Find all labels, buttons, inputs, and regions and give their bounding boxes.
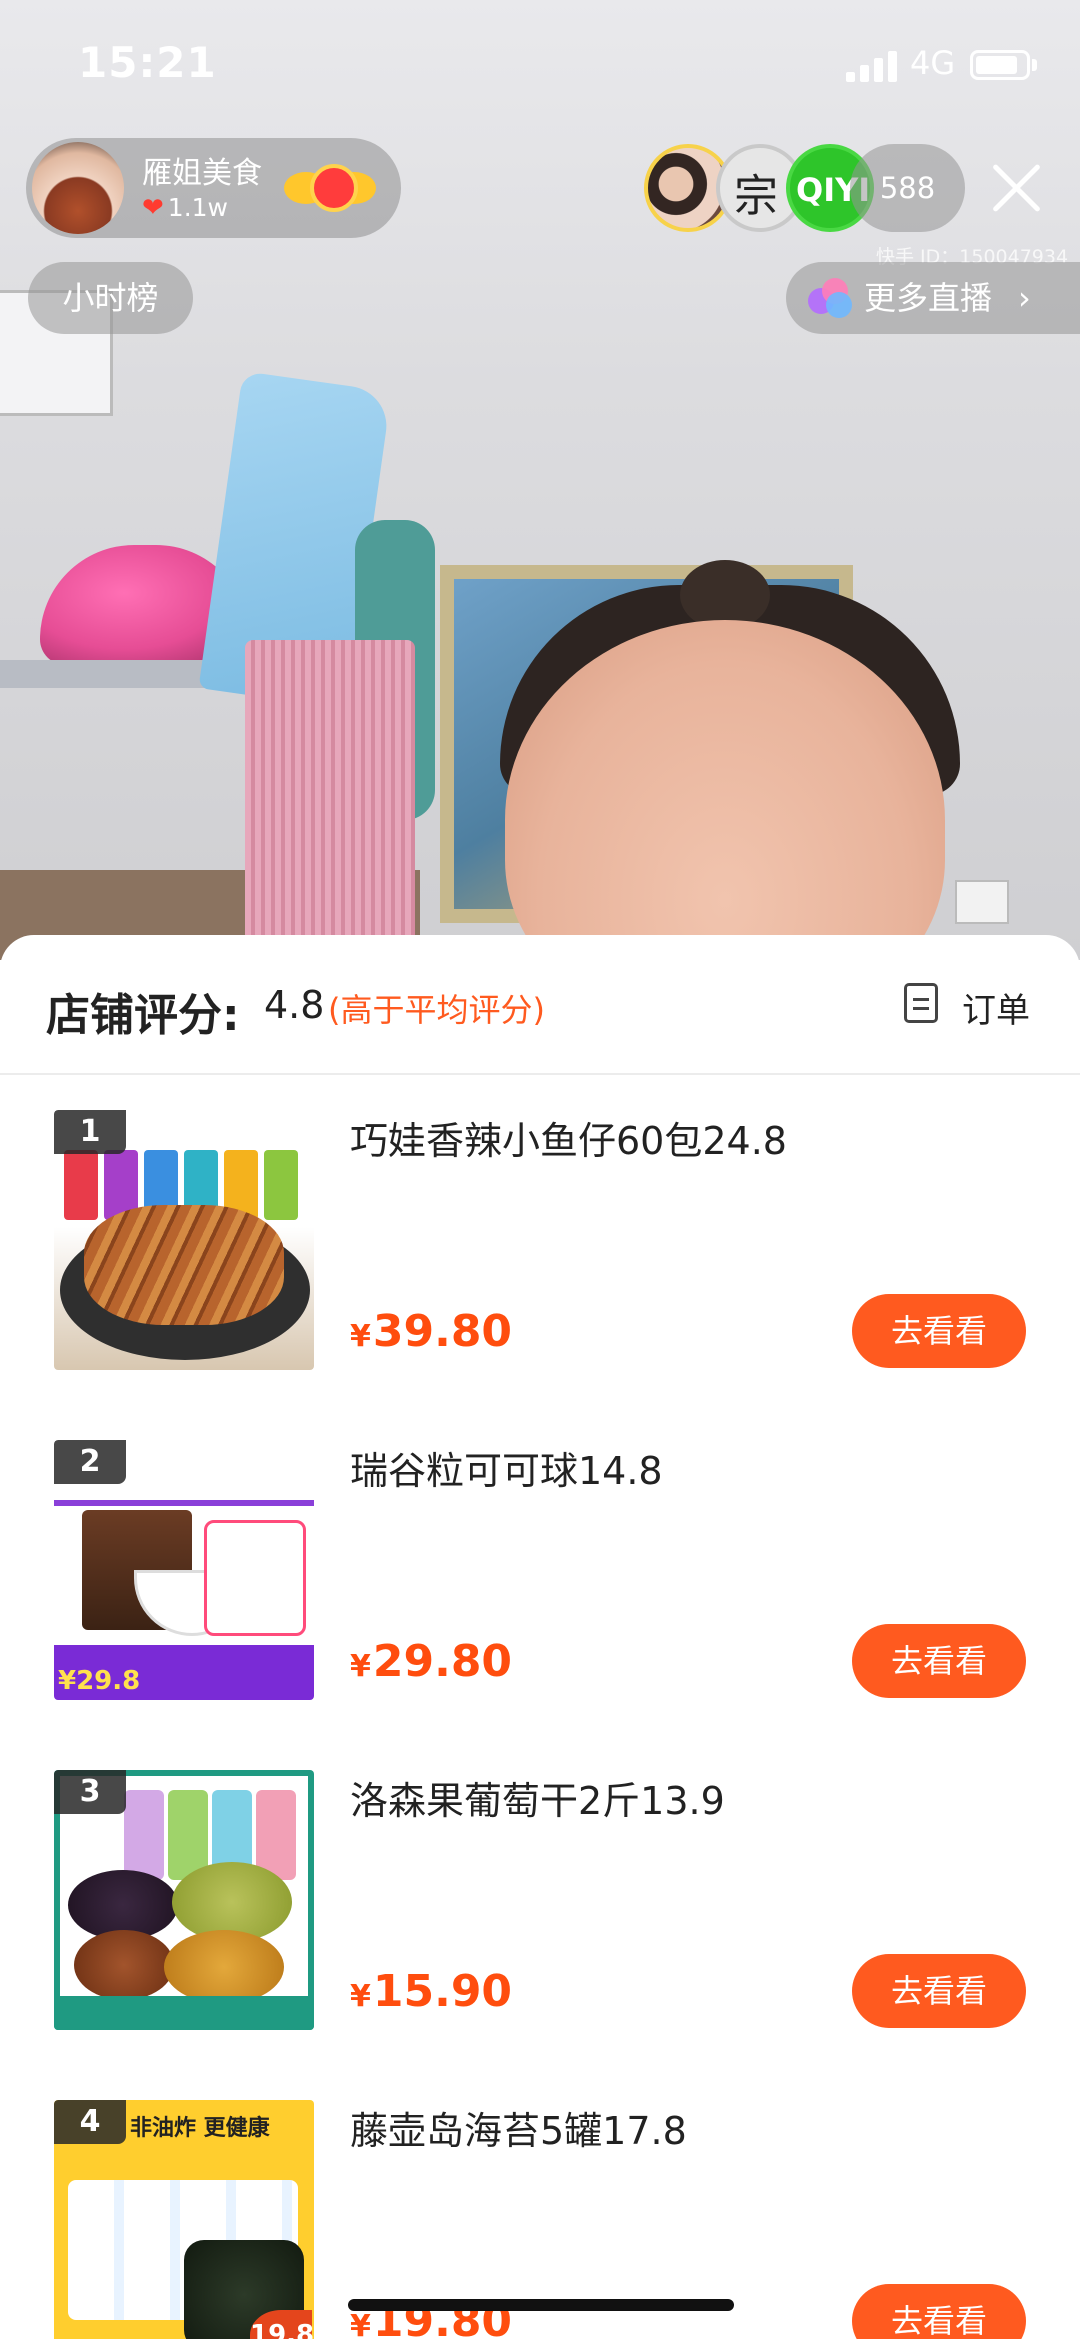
fans-badge-icon[interactable] — [284, 154, 376, 222]
product-thumb-price: ¥29.8 — [58, 1666, 141, 1696]
status-time: 15:21 — [78, 38, 217, 87]
product-price: ¥15.90 — [350, 1966, 512, 2017]
streamer-info[interactable]: 雁姐美食 ❤ 1.1w — [26, 138, 401, 238]
price-symbol: ¥ — [350, 1319, 371, 1354]
product-image[interactable]: 3 — [54, 1770, 314, 2030]
go-see-button[interactable]: 去看看 — [852, 1294, 1026, 1368]
network-type: 4G — [910, 44, 956, 82]
product-title[interactable]: 瑞谷粒可可球14.8 — [350, 1440, 663, 1495]
go-see-button[interactable]: 去看看 — [852, 1624, 1026, 1698]
background-wall-socket — [955, 880, 1009, 924]
price-value: 29.80 — [372, 1636, 513, 1687]
product-pack — [64, 1150, 98, 1220]
product-title[interactable]: 洛森果葡萄干2斤13.9 — [350, 1770, 725, 1825]
product-item[interactable]: 2 ¥29.8 瑞谷粒可可球14.8 ¥29.80 去看看 — [0, 1440, 1080, 1770]
product-raisins — [164, 1930, 284, 2004]
shop-rating-note: (高于平均评分) — [328, 991, 545, 1029]
product-rank: 4 — [54, 2100, 126, 2144]
home-indicator[interactable] — [348, 2299, 734, 2311]
product-item[interactable]: 1 巧娃香辣小鱼仔60包24.8 ¥39.80 去看看 — [0, 1110, 1080, 1440]
product-pack — [264, 1150, 298, 1220]
orders-icon — [904, 983, 938, 1023]
product-rank: 3 — [54, 1770, 126, 1814]
product-image[interactable]: 2 ¥29.8 — [54, 1440, 314, 1700]
product-pouch — [124, 1790, 164, 1880]
status-bar: 15:21 4G — [0, 0, 1080, 130]
likes-count: 1.1w — [167, 193, 229, 222]
viewer-avatar-2-stamp: 宗 — [734, 171, 778, 222]
product-price: ¥39.80 — [350, 1306, 512, 1357]
go-see-button[interactable]: 去看看 — [852, 1954, 1026, 2028]
product-sheet: 店铺评分: 4.8 (高于平均评分) 订单 1 巧娃香辣小鱼仔60包24.8 ¥… — [0, 935, 1080, 2339]
battery-icon — [970, 50, 1030, 80]
hourly-rank-button[interactable]: 小时榜 — [28, 262, 193, 334]
shop-header: 店铺评分: 4.8 (高于平均评分) 订单 — [0, 935, 1080, 1075]
streamer-avatar[interactable] — [32, 142, 124, 234]
orders-label: 订单 — [962, 991, 1030, 1031]
product-title[interactable]: 藤壶岛海苔5罐17.8 — [350, 2100, 687, 2155]
product-title[interactable]: 巧娃香辣小鱼仔60包24.8 — [350, 1110, 787, 1165]
product-fish — [84, 1205, 284, 1325]
streamer-likes: ❤ 1.1w — [142, 193, 228, 223]
battery-level — [976, 56, 1017, 74]
product-image[interactable]: 1 — [54, 1110, 314, 1370]
battery-tip — [1032, 59, 1037, 71]
more-live-label: 更多直播 — [864, 279, 993, 317]
badge-heart-core — [310, 164, 358, 212]
product-image-footer — [54, 1996, 314, 2030]
go-see-button[interactable]: 去看看 — [852, 2284, 1026, 2339]
shop-rating-value: 4.8 — [264, 983, 325, 1027]
product-price: ¥29.80 — [350, 1636, 512, 1687]
product-promo-card — [204, 1520, 306, 1636]
close-icon[interactable] — [988, 160, 1044, 216]
product-image[interactable]: 4 非油炸 更健康 19.8 — [54, 2100, 314, 2339]
chevron-right-icon: › — [1018, 279, 1031, 317]
product-raisins — [74, 1930, 174, 2000]
product-rank: 1 — [54, 1110, 126, 1154]
more-live-button[interactable]: 更多直播 › — [786, 262, 1080, 334]
price-value: 39.80 — [372, 1306, 513, 1357]
viewer-count[interactable]: 588 — [850, 144, 965, 232]
shop-rating-label: 店铺评分: — [46, 990, 240, 1041]
more-live-icon — [808, 278, 852, 318]
price-value: 15.90 — [372, 1966, 513, 2017]
signal-icon — [846, 50, 898, 82]
product-thumb-headline: 非油炸 更健康 — [130, 2116, 270, 2141]
heart-icon: ❤ — [142, 193, 164, 223]
product-rank: 2 — [54, 1440, 126, 1484]
price-symbol: ¥ — [350, 1649, 371, 1684]
background-pink-bag — [245, 640, 415, 960]
price-symbol: ¥ — [350, 1979, 371, 2014]
price-symbol: ¥ — [350, 2309, 371, 2339]
streamer-name: 雁姐美食 — [142, 156, 262, 191]
product-item[interactable]: 3 洛森果葡萄干2斤13.9 ¥15.90 去看看 — [0, 1770, 1080, 2100]
